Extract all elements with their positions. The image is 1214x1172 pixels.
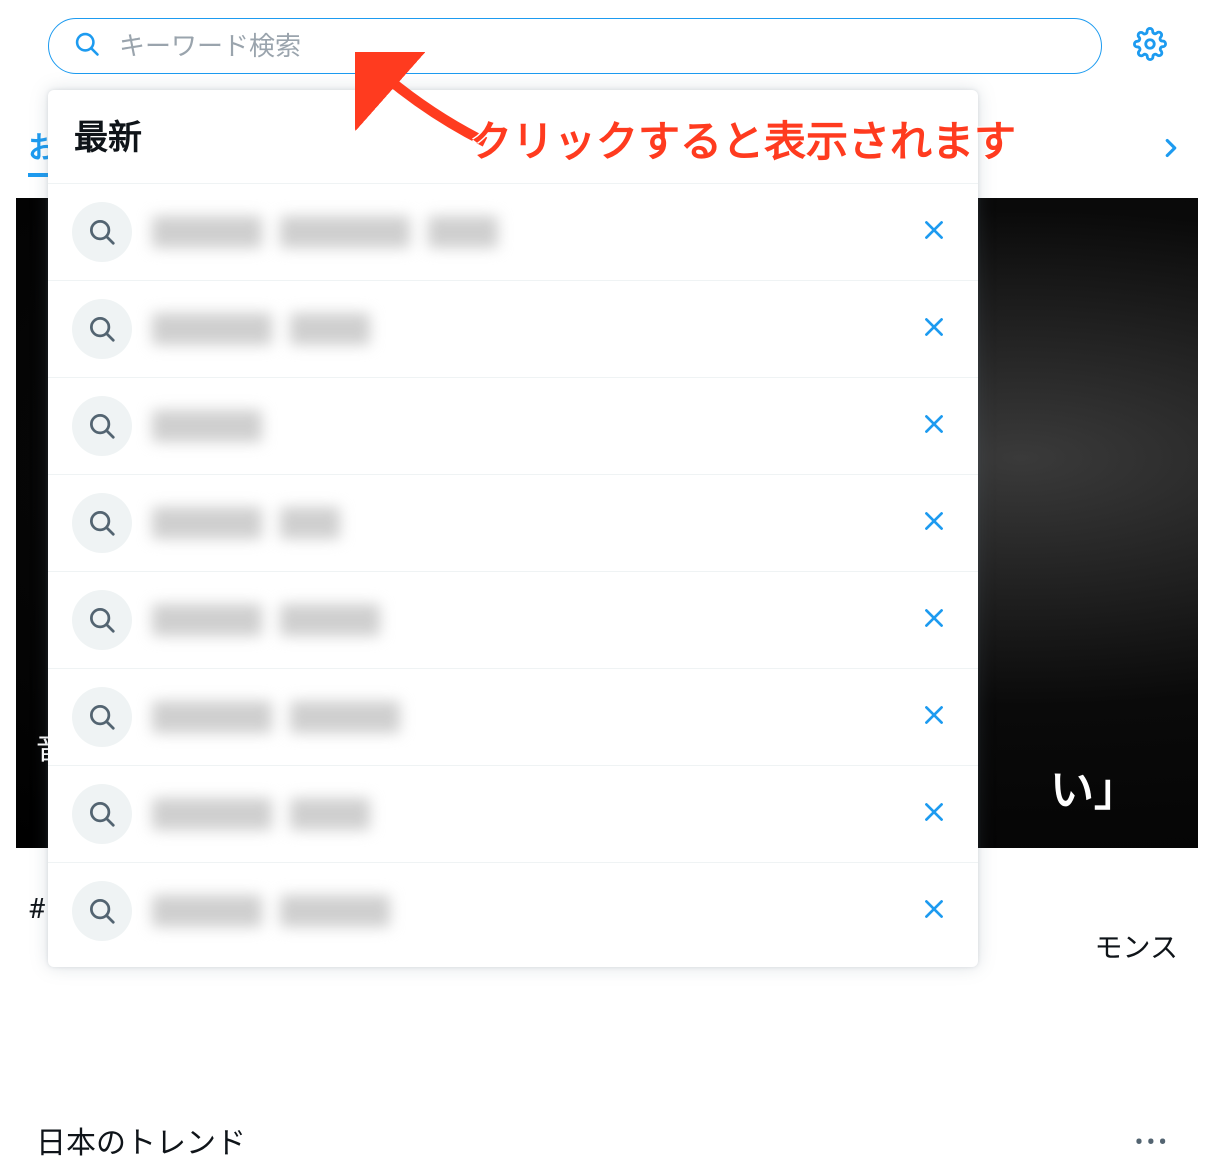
history-item[interactable]	[48, 571, 978, 668]
close-icon	[921, 605, 947, 635]
history-text-redacted	[152, 507, 914, 539]
history-text-redacted	[152, 313, 914, 345]
search-icon	[72, 590, 132, 650]
settings-button[interactable]	[1126, 22, 1174, 70]
remove-history-button[interactable]	[914, 406, 954, 446]
search-box[interactable]	[48, 18, 1102, 74]
history-item[interactable]	[48, 668, 978, 765]
search-icon	[72, 396, 132, 456]
search-icon	[72, 493, 132, 553]
photo-headline-fragment: い」	[1050, 754, 1138, 818]
history-item[interactable]	[48, 183, 978, 280]
history-text-redacted	[152, 216, 914, 248]
close-icon	[921, 217, 947, 247]
japan-trend-label: 日本のトレンド	[36, 1118, 246, 1162]
close-icon	[921, 314, 947, 344]
dropdown-title: 最新	[48, 90, 978, 183]
history-item[interactable]	[48, 862, 978, 959]
remove-history-button[interactable]	[914, 891, 954, 931]
history-text-redacted	[152, 895, 914, 927]
trend-right-fragment[interactable]: モンス	[1095, 926, 1178, 966]
history-text-redacted	[152, 701, 914, 733]
remove-history-button[interactable]	[914, 503, 954, 543]
search-history-dropdown: 最新	[48, 90, 978, 967]
history-item[interactable]	[48, 765, 978, 862]
close-icon	[921, 702, 947, 732]
history-item[interactable]	[48, 280, 978, 377]
remove-history-button[interactable]	[914, 309, 954, 349]
search-input[interactable]	[119, 31, 1077, 62]
search-icon	[72, 202, 132, 262]
history-text-redacted	[152, 604, 914, 636]
remove-history-button[interactable]	[914, 212, 954, 252]
history-item[interactable]	[48, 377, 978, 474]
remove-history-button[interactable]	[914, 697, 954, 737]
gear-icon	[1133, 27, 1167, 65]
remove-history-button[interactable]	[914, 600, 954, 640]
search-icon	[72, 299, 132, 359]
history-text-redacted	[152, 410, 914, 442]
close-icon	[921, 508, 947, 538]
search-icon	[73, 30, 101, 62]
search-icon	[72, 687, 132, 747]
search-icon	[72, 881, 132, 941]
chevron-right-icon[interactable]	[1156, 133, 1186, 167]
more-icon[interactable]: •••	[1135, 1128, 1170, 1158]
history-text-redacted	[152, 798, 914, 830]
remove-history-button[interactable]	[914, 794, 954, 834]
close-icon	[921, 411, 947, 441]
close-icon	[921, 799, 947, 829]
search-icon	[72, 784, 132, 844]
history-item[interactable]	[48, 474, 978, 571]
close-icon	[921, 896, 947, 926]
